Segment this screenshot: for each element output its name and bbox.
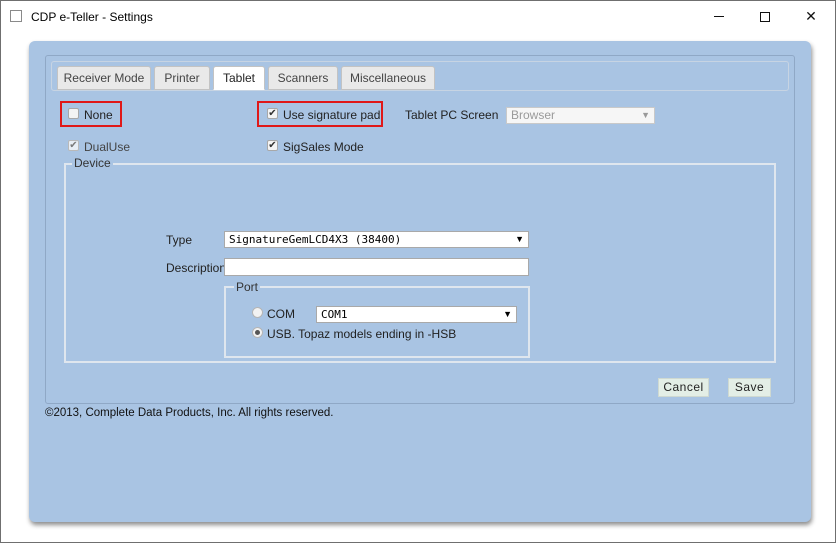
type-select[interactable]: SignatureGemLCD4X3 (38400) ▼ bbox=[224, 231, 529, 248]
title-bar[interactable]: CDP e-Teller - Settings ✕ bbox=[1, 1, 835, 32]
com-value: COM1 bbox=[321, 308, 348, 321]
dual-use-checkbox[interactable]: ✔ bbox=[68, 140, 79, 151]
checkmark-icon: ✔ bbox=[268, 140, 277, 151]
com-select[interactable]: COM1 ▼ bbox=[316, 306, 517, 323]
maximize-button[interactable] bbox=[742, 1, 788, 32]
tab-printer[interactable]: Printer bbox=[154, 66, 210, 90]
settings-form: Receiver Mode Printer Tablet Scanners Mi… bbox=[45, 55, 795, 404]
com-radio[interactable] bbox=[252, 307, 263, 318]
cancel-button[interactable]: Cancel bbox=[658, 378, 709, 397]
tab-scanners[interactable]: Scanners bbox=[268, 66, 338, 90]
tab-miscellaneous[interactable]: Miscellaneous bbox=[341, 66, 435, 90]
use-signature-pad-checkbox[interactable]: ✔ bbox=[267, 108, 278, 119]
com-label: COM bbox=[267, 307, 295, 321]
tab-bar: Receiver Mode Printer Tablet Scanners Mi… bbox=[51, 61, 789, 91]
tablet-pc-screen-label: Tablet PC Screen bbox=[405, 108, 499, 122]
checkmark-icon: ✔ bbox=[69, 140, 78, 151]
chevron-down-icon: ▼ bbox=[641, 110, 650, 120]
none-checkbox[interactable] bbox=[68, 108, 79, 119]
minimize-button[interactable] bbox=[696, 1, 742, 32]
device-legend: Device bbox=[72, 156, 113, 170]
close-button[interactable]: ✕ bbox=[788, 1, 834, 32]
settings-panel: Receiver Mode Printer Tablet Scanners Mi… bbox=[29, 41, 811, 522]
usb-label: USB. Topaz models ending in -HSB bbox=[267, 327, 457, 341]
sigsales-mode-checkbox[interactable]: ✔ bbox=[267, 140, 278, 151]
dual-use-label: DualUse bbox=[84, 140, 131, 154]
sigsales-mode-label: SigSales Mode bbox=[283, 140, 364, 154]
app-icon bbox=[10, 10, 22, 22]
maximize-icon bbox=[760, 11, 770, 22]
usb-radio[interactable] bbox=[252, 327, 263, 338]
port-legend: Port bbox=[234, 280, 261, 294]
tablet-pc-screen-select: Browser ▼ bbox=[506, 107, 655, 124]
tablet-pc-screen-value: Browser bbox=[511, 108, 556, 122]
chevron-down-icon: ▼ bbox=[515, 234, 524, 244]
none-label: None bbox=[84, 108, 113, 122]
copyright-text: ©2013, Complete Data Products, Inc. All … bbox=[45, 407, 334, 419]
close-icon: ✕ bbox=[805, 8, 817, 24]
settings-window: CDP e-Teller - Settings ✕ Receiver Mode … bbox=[0, 0, 836, 543]
use-signature-pad-label: Use signature pad bbox=[283, 108, 381, 122]
minimize-icon bbox=[714, 16, 724, 17]
description-input[interactable] bbox=[224, 258, 529, 276]
window-client-area: Receiver Mode Printer Tablet Scanners Mi… bbox=[2, 32, 834, 542]
tab-tablet[interactable]: Tablet bbox=[213, 66, 265, 90]
tab-receiver-mode[interactable]: Receiver Mode bbox=[57, 66, 151, 90]
type-value: SignatureGemLCD4X3 (38400) bbox=[229, 233, 402, 246]
save-button[interactable]: Save bbox=[728, 378, 771, 397]
chevron-down-icon: ▼ bbox=[503, 309, 512, 319]
description-label: Description bbox=[166, 261, 227, 275]
type-label: Type bbox=[166, 233, 193, 247]
window-title: CDP e-Teller - Settings bbox=[31, 10, 153, 24]
checkmark-icon: ✔ bbox=[268, 108, 277, 119]
